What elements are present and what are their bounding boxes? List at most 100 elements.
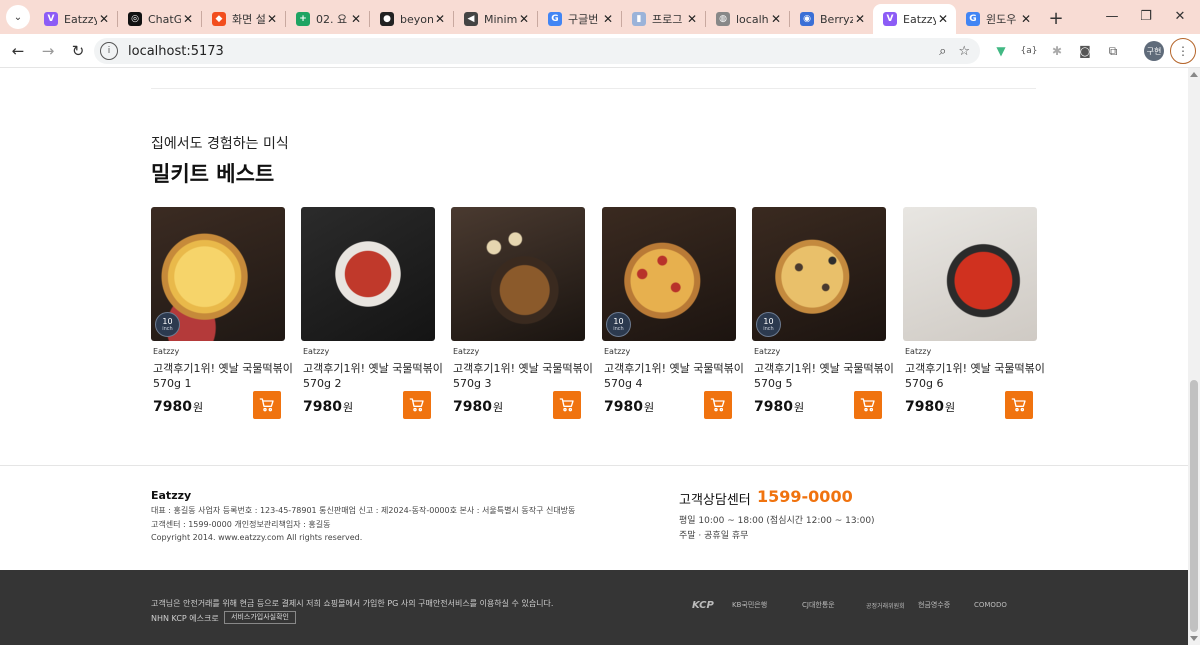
product-brand: Eatzzy bbox=[754, 347, 781, 356]
tab-close-icon[interactable]: ✕ bbox=[433, 12, 447, 26]
kcp-logo: KCP bbox=[692, 599, 714, 611]
tab-close-icon[interactable]: ✕ bbox=[181, 12, 195, 26]
google-icon: G bbox=[548, 12, 562, 26]
product-card[interactable]: 10 inch Eatzzy 고객후기1위! 옛날 국물떡볶이 570g 5 7980원 bbox=[752, 207, 894, 419]
tab-close-icon[interactable]: ✕ bbox=[936, 12, 950, 26]
product-name-line2: 570g 6 bbox=[905, 377, 944, 390]
tab-close-icon[interactable]: ✕ bbox=[97, 12, 111, 26]
browser-tab[interactable]: G 윈도우 ✕ bbox=[956, 4, 1039, 34]
product-name-line2: 570g 4 bbox=[604, 377, 643, 390]
price-currency: 원 bbox=[342, 401, 354, 414]
price-value: 7980 bbox=[754, 399, 793, 415]
price-currency: 원 bbox=[192, 401, 204, 414]
url-text[interactable]: localhost:5173 bbox=[128, 44, 224, 59]
site-info-icon[interactable]: i bbox=[100, 42, 118, 60]
product-name-line1: 고객후기1위! 옛날 국물떡볶이 bbox=[604, 362, 744, 375]
product-brand: Eatzzy bbox=[453, 347, 480, 356]
size-badge-unit: inch bbox=[613, 326, 624, 332]
new-tab-button[interactable]: + bbox=[1043, 5, 1069, 31]
reload-icon[interactable]: ↻ bbox=[64, 37, 92, 65]
browser-tab[interactable]: ◆ 화면 설 ✕ bbox=[202, 4, 285, 34]
product-image[interactable] bbox=[903, 207, 1037, 341]
scroll-down-icon[interactable] bbox=[1190, 636, 1198, 641]
tab-close-icon[interactable]: ✕ bbox=[1019, 12, 1033, 26]
tab-close-icon[interactable]: ✕ bbox=[265, 12, 279, 26]
product-card[interactable]: Eatzzy 고객후기1위! 옛날 국물떡볶이 570g 2 7980원 bbox=[301, 207, 443, 419]
extensions-puzzle-icon[interactable]: ⧉ bbox=[1100, 38, 1126, 64]
tab-close-icon[interactable]: ✕ bbox=[517, 12, 531, 26]
cs-phone[interactable]: 1599-0000 bbox=[757, 487, 853, 506]
tab-title: ChatGPT bbox=[148, 12, 181, 26]
tab-close-icon[interactable]: ✕ bbox=[685, 12, 699, 26]
add-to-cart-button[interactable] bbox=[403, 391, 431, 419]
close-window-icon[interactable]: ✕ bbox=[1160, 0, 1200, 32]
add-to-cart-button[interactable] bbox=[1005, 391, 1033, 419]
add-to-cart-button[interactable] bbox=[553, 391, 581, 419]
product-name[interactable]: 고객후기1위! 옛날 국물떡볶이 570g 6 bbox=[903, 361, 1045, 391]
cs-closed: 주말 · 공휴일 휴무 bbox=[679, 531, 749, 541]
product-name[interactable]: 고객후기1위! 옛날 국물떡볶이 570g 1 bbox=[151, 361, 293, 391]
add-to-cart-button[interactable] bbox=[253, 391, 281, 419]
chatgpt-icon: ◎ bbox=[128, 12, 142, 26]
product-brand: Eatzzy bbox=[303, 347, 330, 356]
size-badge-number: 10 bbox=[613, 317, 624, 326]
price-value: 7980 bbox=[905, 399, 944, 415]
tab-close-icon[interactable]: ✕ bbox=[769, 12, 783, 26]
product-name[interactable]: 고객후기1위! 옛날 국물떡볶이 570g 2 bbox=[301, 361, 443, 391]
product-image[interactable]: 10 inch bbox=[151, 207, 285, 341]
browser-tab[interactable]: ◀ Minim ✕ bbox=[454, 4, 537, 34]
doc-icon: ▮ bbox=[632, 12, 646, 26]
browser-tab[interactable]: ▮ 프로그 ✕ bbox=[622, 4, 705, 34]
forward-icon[interactable]: → bbox=[34, 37, 62, 65]
profile-avatar[interactable]: 구현 bbox=[1141, 38, 1167, 64]
browser-tab[interactable]: ◉ Berryz ✕ bbox=[790, 4, 873, 34]
cs-title: 고객상담센터 bbox=[679, 493, 751, 508]
product-price: 7980원 bbox=[153, 399, 203, 415]
scroll-thumb[interactable] bbox=[1190, 380, 1198, 632]
add-to-cart-button[interactable] bbox=[704, 391, 732, 419]
tab-close-icon[interactable]: ✕ bbox=[601, 12, 615, 26]
product-name[interactable]: 고객후기1위! 옛날 국물떡볶이 570g 4 bbox=[602, 361, 744, 391]
product-card[interactable]: 10 inch Eatzzy 고객후기1위! 옛날 국물떡볶이 570g 1 7980원 bbox=[151, 207, 293, 419]
product-image[interactable]: 10 inch bbox=[602, 207, 736, 341]
browser-tab[interactable]: V Eatzzy ✕ bbox=[34, 4, 117, 34]
product-card[interactable]: Eatzzy 고객후기1위! 옛날 국물떡볶이 570g 6 7980원 bbox=[903, 207, 1045, 419]
kcp-verify-button[interactable]: 서비스가입사실확인 bbox=[224, 611, 296, 624]
tab-search-icon[interactable]: ⌄ bbox=[6, 5, 30, 29]
page-scrollbar[interactable] bbox=[1188, 68, 1200, 645]
size-badge: 10 inch bbox=[606, 312, 631, 337]
browser-tab[interactable]: +02. 요 ✕ bbox=[286, 4, 369, 34]
product-card[interactable]: 10 inch Eatzzy 고객후기1위! 옛날 국물떡볶이 570g 4 7980원 bbox=[602, 207, 744, 419]
add-to-cart-button[interactable] bbox=[854, 391, 882, 419]
back-icon[interactable]: ← bbox=[4, 37, 32, 65]
zoom-icon[interactable]: ⌕ bbox=[939, 44, 946, 59]
product-image[interactable] bbox=[301, 207, 435, 341]
tab-close-icon[interactable]: ✕ bbox=[349, 12, 363, 26]
browser-tab[interactable]: G 구글번 ✕ bbox=[538, 4, 621, 34]
address-bar[interactable]: i localhost:5173 ⌕ ☆ bbox=[94, 38, 980, 64]
bookmark-star-icon[interactable]: ☆ bbox=[958, 44, 970, 59]
vue-devtools-icon[interactable]: ▼ bbox=[988, 38, 1014, 64]
tab-title: Eatzzy bbox=[903, 12, 936, 26]
tab-close-icon[interactable]: ✕ bbox=[853, 12, 867, 26]
browser-tab[interactable]: V Eatzzy ✕ bbox=[873, 4, 956, 34]
browser-tab[interactable]: ● beyon ✕ bbox=[370, 4, 453, 34]
menu-kebab-icon[interactable]: ⋮ bbox=[1170, 38, 1196, 64]
product-name[interactable]: 고객후기1위! 옛날 국물떡볶이 570g 5 bbox=[752, 361, 894, 391]
price-value: 7980 bbox=[303, 399, 342, 415]
section-subtitle: 집에서도 경험하는 미식 bbox=[151, 136, 289, 152]
browser-tab[interactable]: ◎ ChatGPT✕ bbox=[118, 4, 201, 34]
extension-icon[interactable]: ✱ bbox=[1044, 38, 1070, 64]
size-badge-unit: inch bbox=[162, 326, 173, 332]
globe-icon: ◍ bbox=[716, 12, 730, 26]
footer-copyright: Copyright 2014. www.eatzzy.com All right… bbox=[151, 533, 363, 542]
product-card[interactable]: Eatzzy 고객후기1위! 옛날 국물떡볶이 570g 3 7980원 bbox=[451, 207, 593, 419]
browser-tab[interactable]: ◍ localh ✕ bbox=[706, 4, 789, 34]
camera-icon[interactable]: ◙ bbox=[1072, 38, 1098, 64]
product-name[interactable]: 고객후기1위! 옛날 국물떡볶이 570g 3 bbox=[451, 361, 593, 391]
json-viewer-icon[interactable]: {a} bbox=[1016, 38, 1042, 64]
scroll-up-icon[interactable] bbox=[1190, 72, 1198, 77]
product-brand: Eatzzy bbox=[153, 347, 180, 356]
product-image[interactable]: 10 inch bbox=[752, 207, 886, 341]
product-image[interactable] bbox=[451, 207, 585, 341]
